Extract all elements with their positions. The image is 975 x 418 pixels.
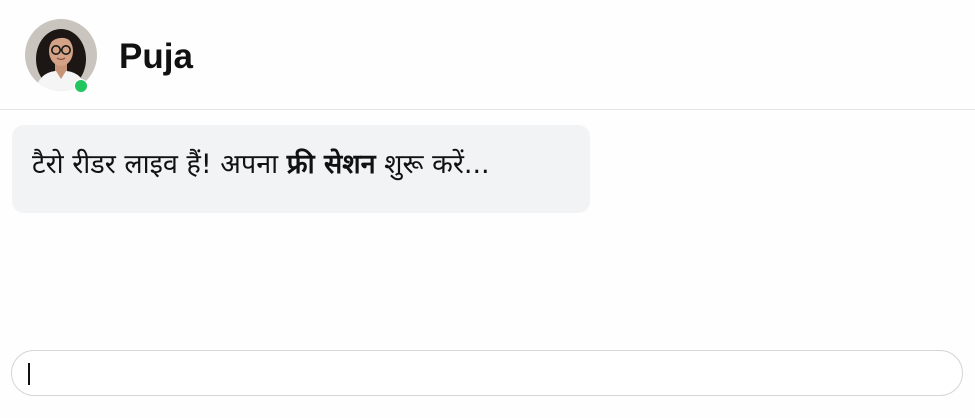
text-cursor — [28, 363, 30, 385]
message-text: टैरो रीडर लाइव हैं! अपना — [32, 149, 287, 180]
chat-header: Puja — [0, 0, 975, 110]
message-composer[interactable] — [11, 350, 963, 396]
message-bubble: टैरो रीडर लाइव हैं! अपना फ्री सेशन शुरू … — [12, 125, 590, 213]
message-input[interactable] — [26, 357, 950, 391]
message-text-bold: फ्री सेशन — [286, 149, 376, 180]
avatar[interactable] — [25, 19, 97, 91]
contact-name: Puja — [119, 37, 193, 76]
message-text-end: शुरू करें... — [375, 149, 490, 180]
avatar-image — [25, 19, 97, 91]
online-status-indicator — [74, 79, 88, 93]
